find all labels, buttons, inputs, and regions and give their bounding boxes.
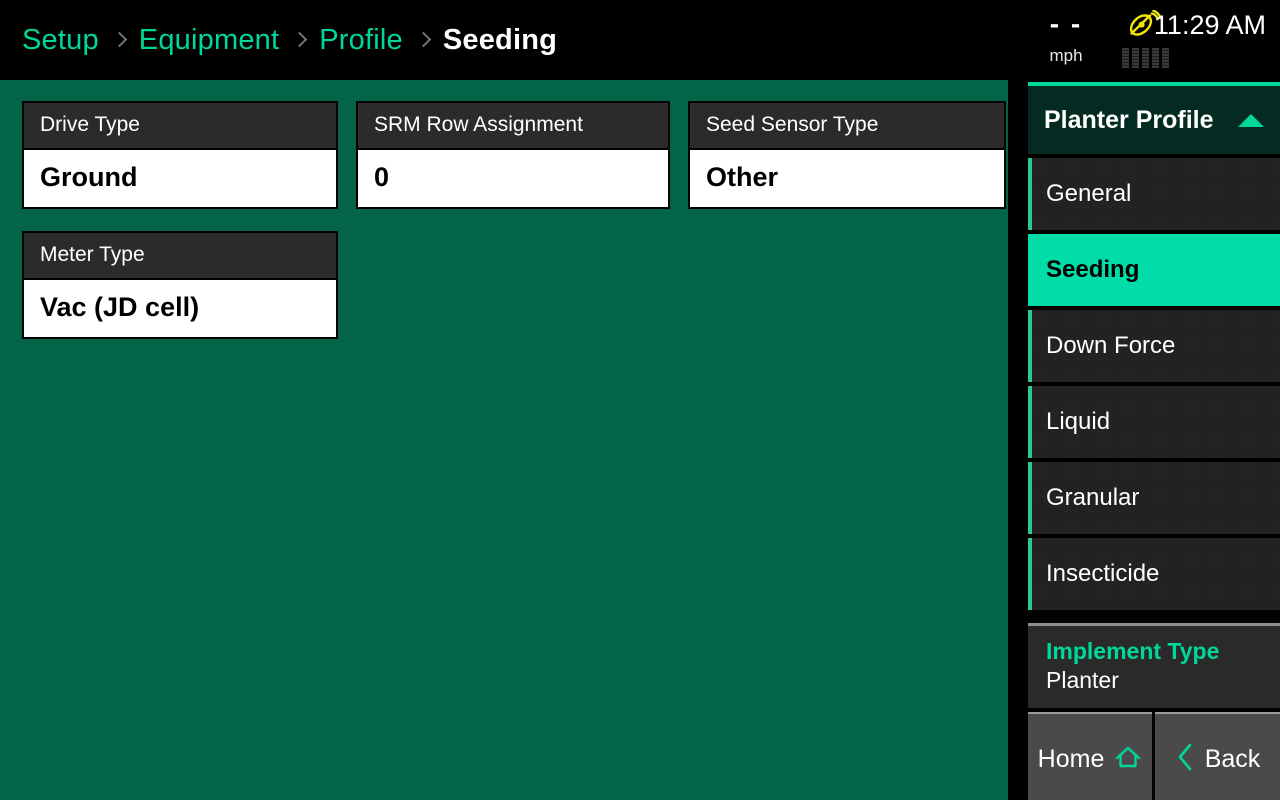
setting-card-srm-row-assignment[interactable]: SRM Row Assignment 0	[356, 101, 670, 209]
chevron-left-icon	[1175, 742, 1195, 777]
sidebar-item-general[interactable]: General	[1028, 158, 1280, 230]
sidebar-item-label: Seeding	[1046, 256, 1140, 283]
setting-card-meter-type[interactable]: Meter Type Vac (JD cell)	[22, 231, 338, 339]
breadcrumb-item-setup[interactable]: Setup	[22, 24, 99, 57]
speed-unit-label: mph	[1049, 46, 1083, 65]
card-row-2: Meter Type Vac (JD cell)	[22, 231, 1006, 339]
sidebar-item-label: Down Force	[1046, 332, 1176, 359]
sidebar-item-label: Liquid	[1046, 408, 1111, 435]
sidebar-item-label: Granular	[1046, 484, 1140, 511]
clock: 11:29 AM	[1153, 10, 1266, 40]
sidebar-item-down-force[interactable]: Down Force	[1028, 310, 1280, 382]
implement-type-label: Implement Type	[1046, 638, 1220, 664]
setting-label: Drive Type	[24, 103, 336, 150]
setting-card-drive-type[interactable]: Drive Type Ground	[22, 101, 338, 209]
right-sidebar: Planter Profile General Seeding Down For…	[1028, 80, 1280, 800]
sidebar-header-planter-profile[interactable]: Planter Profile	[1028, 82, 1280, 154]
device-screen: Setup Equipment Profile Seeding - - mph	[0, 0, 1280, 800]
sidebar-header-label: Planter Profile	[1044, 105, 1214, 134]
sidebar-item-insecticide[interactable]: Insecticide	[1028, 538, 1280, 610]
sidebar-menu-list[interactable]: General Seeding Down Force Liquid Granul…	[1028, 158, 1280, 618]
sidebar-item-liquid[interactable]: Liquid	[1028, 386, 1280, 458]
breadcrumb: Setup Equipment Profile Seeding	[22, 0, 557, 80]
home-icon	[1114, 744, 1142, 775]
implement-type-panel[interactable]: Implement Type Planter	[1028, 626, 1280, 708]
setting-value[interactable]: 0	[358, 150, 668, 207]
implement-type-value: Planter	[1046, 667, 1119, 693]
gps-signal-bars	[1110, 48, 1180, 68]
breadcrumb-item-seeding: Seeding	[442, 23, 558, 56]
status-indicators: - - mph 11:29 AM	[1010, 0, 1280, 80]
speed-indicator: - - mph	[1028, 10, 1104, 66]
sidebar-item-granular[interactable]: Granular	[1028, 462, 1280, 534]
home-button-label: Home	[1037, 744, 1105, 773]
sidebar-item-label: Insecticide	[1046, 560, 1160, 587]
navigation-buttons: Home Back	[1028, 712, 1280, 800]
back-button-label: Back	[1204, 744, 1261, 773]
setting-value[interactable]: Ground	[24, 150, 336, 207]
speed-value: - -	[1049, 8, 1083, 39]
setting-label: Seed Sensor Type	[690, 103, 1004, 150]
chevron-right-icon	[293, 30, 305, 50]
breadcrumb-item-profile[interactable]: Profile	[319, 24, 403, 57]
setting-value[interactable]: Vac (JD cell)	[24, 280, 336, 337]
setting-value[interactable]: Other	[690, 150, 1004, 207]
back-button[interactable]: Back	[1155, 712, 1280, 800]
setting-card-seed-sensor-type[interactable]: Seed Sensor Type Other	[688, 101, 1006, 209]
sidebar-item-label: General	[1046, 180, 1132, 207]
setting-label: SRM Row Assignment	[358, 103, 668, 150]
settings-card-grid: Drive Type Ground SRM Row Assignment 0 S…	[22, 101, 1006, 361]
chevron-right-icon	[113, 30, 125, 50]
card-row-1: Drive Type Ground SRM Row Assignment 0 S…	[22, 101, 1006, 209]
top-status-bar: Setup Equipment Profile Seeding - - mph	[0, 0, 1280, 80]
breadcrumb-item-equipment[interactable]: Equipment	[139, 24, 279, 57]
sidebar-item-seeding[interactable]: Seeding	[1028, 234, 1280, 306]
chevron-right-icon	[417, 30, 429, 50]
caret-up-icon[interactable]	[1238, 113, 1264, 127]
setting-label: Meter Type	[24, 233, 336, 280]
main-content-panel: Drive Type Ground SRM Row Assignment 0 S…	[0, 80, 1008, 800]
home-button[interactable]: Home	[1028, 712, 1152, 800]
